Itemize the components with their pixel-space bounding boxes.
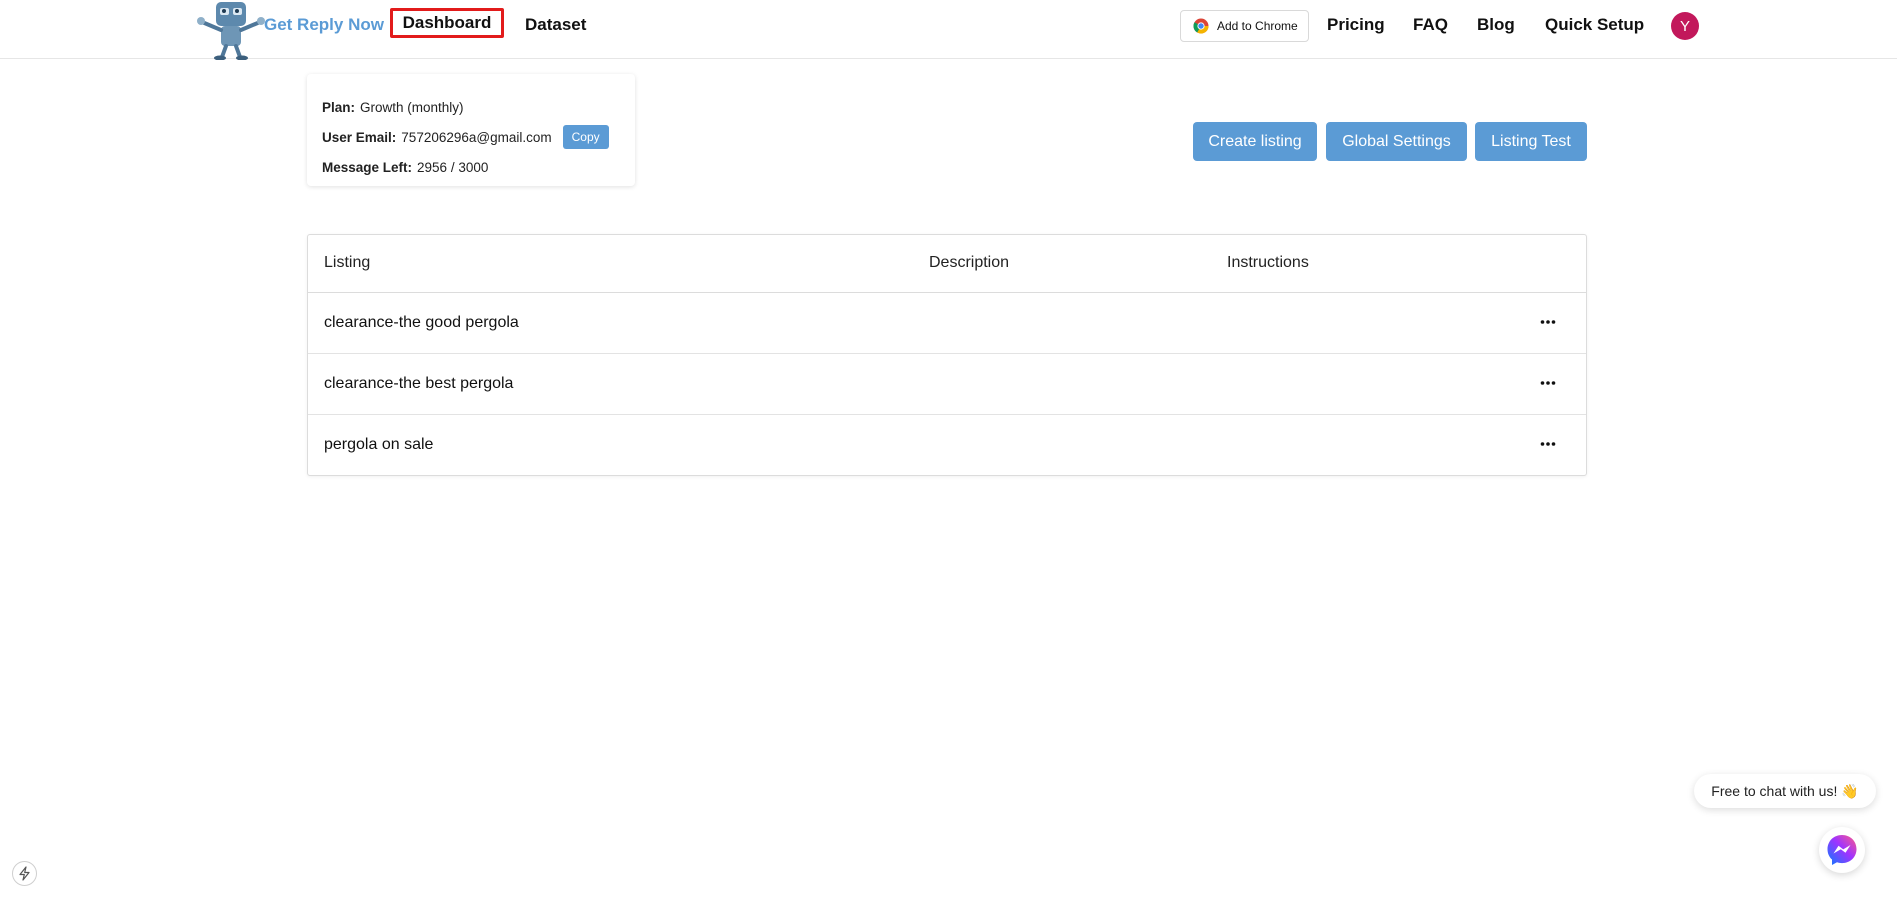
- table-header: Listing Description Instructions: [308, 235, 1586, 293]
- nav-faq-link[interactable]: FAQ: [1413, 15, 1448, 35]
- add-to-chrome-label: Add to Chrome: [1217, 19, 1298, 33]
- table-row[interactable]: pergola on sale: [308, 415, 1586, 475]
- listing-test-button[interactable]: Listing Test: [1475, 122, 1587, 161]
- messages-label: Message Left:: [322, 159, 413, 175]
- account-info-card: Plan: Growth (monthly) User Email: 75720…: [307, 74, 635, 186]
- chat-prompt-bubble[interactable]: Free to chat with us! 👋: [1694, 774, 1876, 808]
- nav-quick-setup-link[interactable]: Quick Setup: [1545, 15, 1644, 35]
- user-avatar[interactable]: Y: [1671, 12, 1699, 40]
- lightning-icon[interactable]: [12, 861, 37, 886]
- copy-email-button[interactable]: Copy: [562, 125, 609, 149]
- plan-label: Plan:: [322, 99, 356, 115]
- column-header-instructions: Instructions: [1227, 254, 1309, 271]
- more-options-icon[interactable]: [1536, 371, 1560, 395]
- messenger-chat-button[interactable]: [1819, 827, 1865, 873]
- table-row[interactable]: clearance-the good pergola: [308, 293, 1586, 354]
- robot-mascot-logo[interactable]: [194, 0, 266, 60]
- email-value: 757206296a@gmail.com: [401, 129, 552, 145]
- nav-blog-link[interactable]: Blog: [1477, 15, 1515, 35]
- add-to-chrome-button[interactable]: Add to Chrome: [1180, 10, 1309, 42]
- nav-dataset-link[interactable]: Dataset: [525, 15, 586, 35]
- messenger-icon: [1827, 835, 1857, 865]
- nav-dashboard-link[interactable]: Dashboard: [390, 8, 504, 38]
- more-options-icon[interactable]: [1536, 432, 1560, 456]
- email-label: User Email:: [322, 129, 397, 145]
- chrome-icon: [1193, 18, 1209, 34]
- messages-row: Message Left: 2956 / 3000: [322, 152, 620, 182]
- nav-pricing-link[interactable]: Pricing: [1327, 15, 1385, 35]
- email-row: User Email: 757206296a@gmail.com Copy: [322, 122, 620, 152]
- listing-name: pergola on sale: [324, 436, 434, 453]
- column-header-description: Description: [929, 254, 1010, 271]
- create-listing-button[interactable]: Create listing: [1193, 122, 1317, 161]
- column-header-listing: Listing: [324, 254, 371, 271]
- top-navbar: Get Reply Now Dashboard Dataset Add to C…: [0, 0, 1897, 60]
- table-row[interactable]: clearance-the best pergola: [308, 354, 1586, 415]
- listings-table: Listing Description Instructions clearan…: [307, 234, 1587, 476]
- messages-value: 2956 / 3000: [417, 159, 489, 175]
- global-settings-button[interactable]: Global Settings: [1326, 122, 1467, 161]
- brand-link[interactable]: Get Reply Now: [264, 15, 384, 35]
- plan-value: Growth (monthly): [360, 99, 464, 115]
- more-options-icon[interactable]: [1536, 310, 1560, 334]
- listing-name: clearance-the good pergola: [324, 314, 519, 331]
- listing-name: clearance-the best pergola: [324, 375, 514, 392]
- plan-row: Plan: Growth (monthly): [322, 92, 620, 122]
